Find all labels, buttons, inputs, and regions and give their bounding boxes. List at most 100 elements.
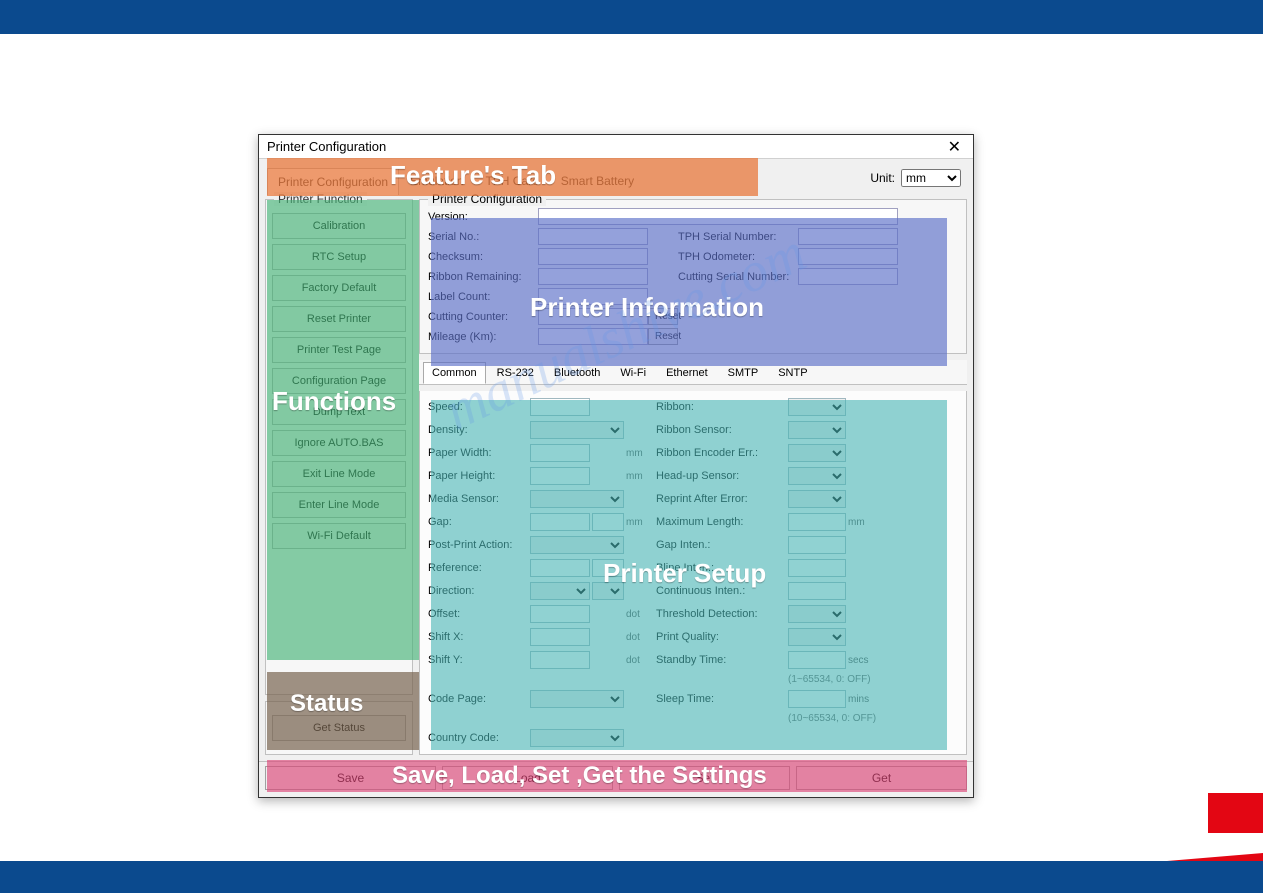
setup-left-7-a[interactable]	[530, 559, 590, 577]
get-button[interactable]: Get	[796, 766, 967, 790]
setup-left-label-3: Paper Height:	[428, 470, 528, 482]
ctab-bluetooth[interactable]: Bluetooth	[545, 362, 609, 384]
ctab-common[interactable]: Common	[423, 362, 486, 384]
printer-config-window: Printer Configuration ✕ Printer Configur…	[258, 134, 974, 798]
setup-right-label-8: Continuous Inten.:	[656, 585, 786, 597]
titlebar: Printer Configuration ✕	[259, 135, 973, 159]
val-serial	[538, 228, 648, 245]
ctab-rs232[interactable]: RS-232	[488, 362, 543, 384]
tab-emulation[interactable]: Emulation	[399, 167, 474, 195]
save-button[interactable]: Save	[265, 766, 436, 790]
setup-right-11[interactable]	[788, 651, 846, 669]
setup-left-5-a[interactable]	[530, 513, 590, 531]
setup-left-label-9: Offset:	[428, 608, 528, 620]
set-button[interactable]: Set	[619, 766, 790, 790]
setup-left-0[interactable]	[530, 398, 590, 416]
setup-right-label-4: Reprint After Error:	[656, 493, 786, 505]
setup-left-3[interactable]	[530, 467, 590, 485]
ctab-sntp[interactable]: SNTP	[769, 362, 816, 384]
val-version	[538, 208, 898, 225]
reset-cutting-button[interactable]: Reset	[648, 308, 678, 325]
setup-right-hint-11: (1~65534, 0: OFF)	[788, 674, 884, 685]
setup-left-1[interactable]	[530, 421, 624, 439]
tab-tph-care[interactable]: TPH Care	[474, 167, 549, 195]
setup-left-11[interactable]	[530, 651, 590, 669]
setup-right-7[interactable]	[788, 559, 846, 577]
fn-exit-line-mode[interactable]: Exit Line Mode	[272, 461, 406, 487]
printer-info-group: Printer Configuration Version: Serial No…	[419, 199, 967, 354]
setup-right-6[interactable]	[788, 536, 846, 554]
fn-ignore-autobas[interactable]: Ignore AUTO.BAS	[272, 430, 406, 456]
val-ribbon-rem	[538, 268, 648, 285]
tab-printer-configuration[interactable]: Printer Configuration	[267, 168, 399, 195]
val-checksum	[538, 248, 648, 265]
fn-dump-text[interactable]: Dump Text	[272, 399, 406, 425]
bottom-bar: Save Load Set Get	[259, 761, 973, 793]
fn-factory-default[interactable]: Factory Default	[272, 275, 406, 301]
setup-left-label-6: Post-Print Action:	[428, 539, 528, 551]
setup-right-10[interactable]	[788, 628, 846, 646]
fn-printer-test-page[interactable]: Printer Test Page	[272, 337, 406, 363]
val-cutting-counter	[538, 308, 648, 325]
config-tabs: Common RS-232 Bluetooth Wi-Fi Ethernet S…	[419, 360, 967, 385]
setup-left-9[interactable]	[530, 605, 590, 623]
reset-mileage-button[interactable]: Reset	[648, 328, 678, 345]
fn-enter-line-mode[interactable]: Enter Line Mode	[272, 492, 406, 518]
setup-right-5[interactable]	[788, 513, 846, 531]
printer-info-legend: Printer Configuration	[428, 192, 546, 206]
setup-left-label-5: Gap:	[428, 516, 528, 528]
printer-function-legend: Printer Function	[274, 192, 367, 206]
setup-left-label-8: Direction:	[428, 585, 528, 597]
load-button[interactable]: Load	[442, 766, 613, 790]
setup-right-0[interactable]	[788, 398, 846, 416]
setup-right-label-5: Maximum Length:	[656, 516, 786, 528]
setup-right-label-6: Gap Inten.:	[656, 539, 786, 551]
lbl-tph-odo: TPH Odometer:	[678, 251, 798, 263]
setup-left-7-b[interactable]	[592, 559, 624, 577]
val-tph-serial	[798, 228, 898, 245]
val-label-count	[538, 288, 648, 305]
fn-calibration[interactable]: Calibration	[272, 213, 406, 239]
fn-configuration-page[interactable]: Configuration Page	[272, 368, 406, 394]
setup-left-2[interactable]	[530, 444, 590, 462]
setup-right-3[interactable]	[788, 467, 846, 485]
setup-left-6[interactable]	[530, 536, 624, 554]
setup-left-10[interactable]	[530, 628, 590, 646]
setup-left-8-b[interactable]	[592, 582, 624, 600]
fn-reset-printer[interactable]: Reset Printer	[272, 306, 406, 332]
lbl-serial: Serial No.:	[428, 231, 538, 243]
fn-wifi-default[interactable]: Wi-Fi Default	[272, 523, 406, 549]
lbl-ribbon-rem: Ribbon Remaining:	[428, 271, 538, 283]
tab-smart-battery[interactable]: Smart Battery	[550, 167, 645, 195]
get-status-button[interactable]: Get Status	[272, 715, 406, 741]
setup-left-5-b[interactable]	[592, 513, 624, 531]
setup-right-2[interactable]	[788, 444, 846, 462]
setup-left-8-a[interactable]	[530, 582, 590, 600]
val-tph-odo	[798, 248, 898, 265]
close-icon[interactable]: ✕	[944, 137, 965, 157]
ctab-ethernet[interactable]: Ethernet	[657, 362, 717, 384]
setup-left-13[interactable]	[530, 729, 624, 747]
unit-selector-wrap: Unit: mm	[870, 169, 961, 187]
setup-right-4[interactable]	[788, 490, 846, 508]
unit-select[interactable]: mm	[901, 169, 961, 187]
printer-setup-grid: Speed:Ribbon:Density:Ribbon Sensor:Paper…	[419, 391, 967, 755]
setup-left-label-7: Reference:	[428, 562, 528, 574]
setup-left-label-12: Code Page:	[428, 693, 528, 705]
ctab-wifi[interactable]: Wi-Fi	[611, 362, 655, 384]
setup-left-label-11: Shift Y:	[428, 654, 528, 666]
fn-rtc-setup[interactable]: RTC Setup	[272, 244, 406, 270]
setup-right-8[interactable]	[788, 582, 846, 600]
setup-right-label-12: Sleep Time:	[656, 693, 786, 705]
setup-right-1[interactable]	[788, 421, 846, 439]
lbl-mileage: Mileage (Km):	[428, 331, 538, 343]
setup-right-9[interactable]	[788, 605, 846, 623]
ctab-smtp[interactable]: SMTP	[719, 362, 768, 384]
lbl-checksum: Checksum:	[428, 251, 538, 263]
lbl-version: Version:	[428, 211, 538, 223]
setup-right-12[interactable]	[788, 690, 846, 708]
setup-left-4[interactable]	[530, 490, 624, 508]
status-group: Get Status	[265, 701, 413, 755]
setup-left-12[interactable]	[530, 690, 624, 708]
decoration-red-block	[1208, 793, 1263, 833]
